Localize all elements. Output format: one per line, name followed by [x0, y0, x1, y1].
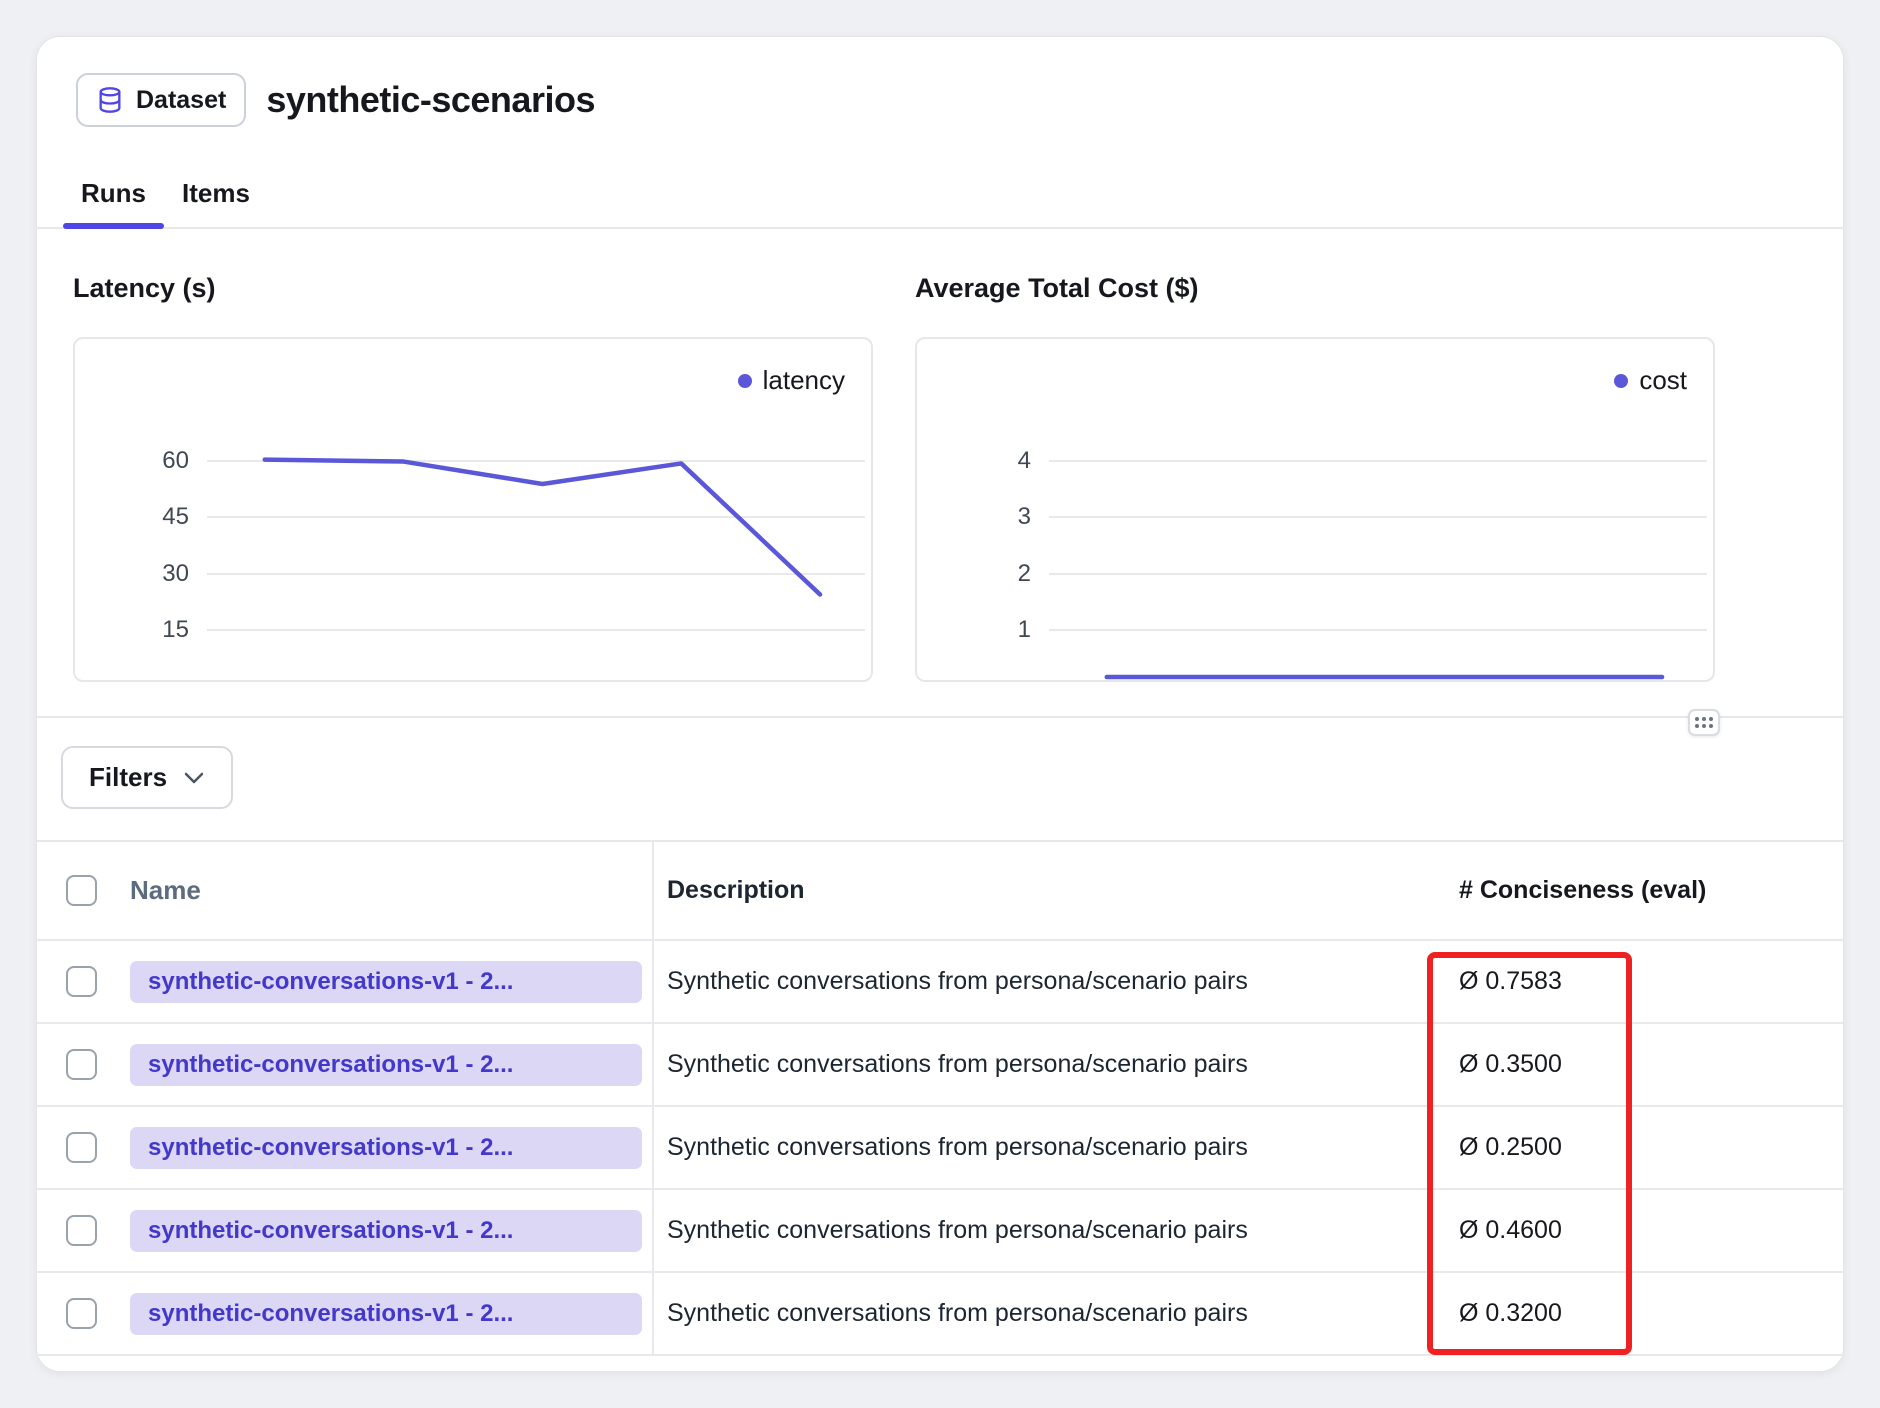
latency-chart: latency 60 45 30 15 — [73, 337, 873, 682]
page-header: Dataset synthetic-scenarios — [76, 73, 1799, 127]
column-header-name: Name — [130, 875, 652, 906]
legend-dot — [1614, 374, 1628, 388]
table-header-row: Name Description # Conciseness (eval) — [37, 842, 1843, 941]
chevron-down-icon — [183, 771, 205, 785]
conciseness-score: Ø 0.3500 — [1427, 1050, 1843, 1079]
latency-chart-block: Latency (s) latency 60 45 30 15 — [73, 273, 873, 682]
dataset-card: Dataset synthetic-scenarios Runs Items L… — [36, 36, 1844, 1372]
column-header-description: Description — [652, 842, 1427, 939]
tab-items[interactable]: Items — [164, 164, 268, 227]
cost-chart: cost 4 3 2 1 — [915, 337, 1715, 682]
filters-button[interactable]: Filters — [61, 746, 233, 809]
conciseness-score: Ø 0.3200 — [1427, 1299, 1843, 1328]
charts-section: Latency (s) latency 60 45 30 15 — [37, 229, 1843, 682]
table-row: synthetic-conversations-v1 - 2... Synthe… — [37, 1107, 1843, 1190]
badge-label: Dataset — [136, 86, 226, 115]
run-name-link[interactable]: synthetic-conversations-v1 - 2... — [130, 961, 642, 1003]
runs-table: Name Description # Conciseness (eval) sy… — [37, 840, 1843, 1356]
tabs: Runs Items — [37, 164, 1843, 229]
run-name-link[interactable]: synthetic-conversations-v1 - 2... — [130, 1044, 642, 1086]
table-row: synthetic-conversations-v1 - 2... Synthe… — [37, 1024, 1843, 1107]
table-row: synthetic-conversations-v1 - 2... Synthe… — [37, 1273, 1843, 1356]
column-header-conciseness: # Conciseness (eval) — [1427, 876, 1843, 905]
filters-label: Filters — [89, 762, 167, 793]
run-name-link[interactable]: synthetic-conversations-v1 - 2... — [130, 1293, 642, 1335]
page-title: synthetic-scenarios — [266, 79, 595, 121]
run-description: Synthetic conversations from persona/sce… — [652, 1273, 1427, 1354]
latency-chart-title: Latency (s) — [73, 273, 873, 303]
row-checkbox[interactable] — [66, 1049, 97, 1080]
row-checkbox[interactable] — [66, 966, 97, 997]
legend-label: latency — [763, 365, 845, 396]
row-checkbox[interactable] — [66, 1298, 97, 1329]
run-description: Synthetic conversations from persona/sce… — [652, 941, 1427, 1022]
conciseness-score: Ø 0.4600 — [1427, 1216, 1843, 1245]
run-name-link[interactable]: synthetic-conversations-v1 - 2... — [130, 1127, 642, 1169]
tab-runs[interactable]: Runs — [63, 164, 164, 227]
legend-dot — [738, 374, 752, 388]
dataset-badge: Dataset — [76, 73, 246, 127]
conciseness-score: Ø 0.2500 — [1427, 1133, 1843, 1162]
run-name-link[interactable]: synthetic-conversations-v1 - 2... — [130, 1210, 642, 1252]
run-description: Synthetic conversations from persona/sce… — [652, 1107, 1427, 1188]
row-checkbox[interactable] — [66, 1215, 97, 1246]
cost-legend: cost — [1614, 365, 1687, 396]
cost-line-plot — [917, 339, 1713, 680]
database-icon — [96, 86, 124, 114]
cost-chart-block: Average Total Cost ($) cost 4 3 2 1 — [915, 273, 1715, 682]
cost-chart-title: Average Total Cost ($) — [915, 273, 1715, 303]
row-checkbox[interactable] — [66, 1132, 97, 1163]
legend-label: cost — [1639, 365, 1687, 396]
drag-handle-icon[interactable] — [1688, 709, 1720, 736]
conciseness-score: Ø 0.7583 — [1427, 967, 1843, 996]
filters-bar: Filters — [37, 716, 1843, 840]
run-description: Synthetic conversations from persona/sce… — [652, 1190, 1427, 1271]
table-row: synthetic-conversations-v1 - 2... Synthe… — [37, 941, 1843, 1024]
table-row: synthetic-conversations-v1 - 2... Synthe… — [37, 1190, 1843, 1273]
page-background: Dataset synthetic-scenarios Runs Items L… — [0, 0, 1880, 1408]
select-all-checkbox[interactable] — [66, 875, 97, 906]
run-description: Synthetic conversations from persona/sce… — [652, 1024, 1427, 1105]
latency-legend: latency — [738, 365, 845, 396]
